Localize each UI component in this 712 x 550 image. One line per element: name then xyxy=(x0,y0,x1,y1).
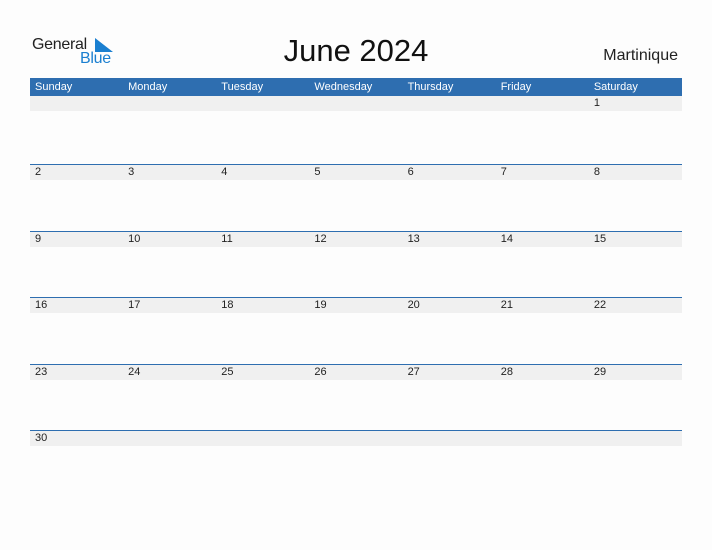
day-cell: 25 xyxy=(221,365,234,378)
weekday-sunday: Sunday xyxy=(35,81,73,93)
weekday-saturday: Saturday xyxy=(593,81,638,93)
day-cell xyxy=(403,96,496,111)
date-row: 16 17 18 19 20 21 22 xyxy=(30,298,682,314)
date-row: 1 xyxy=(30,96,682,111)
day-cell xyxy=(30,96,123,111)
day-cell: 21 xyxy=(500,299,513,312)
day-cell xyxy=(216,96,309,111)
week-row: 2 3 4 5 6 7 8 xyxy=(30,164,682,231)
date-row: 2 3 4 5 6 7 8 xyxy=(30,165,682,180)
weekday-friday: Friday xyxy=(500,81,532,93)
date-row: 9 10 11 12 13 14 15 xyxy=(30,231,682,247)
day-cell: 24 xyxy=(128,365,141,378)
day-cell: 30 xyxy=(35,432,48,445)
date-row: 23 24 25 26 27 28 29 xyxy=(30,364,682,380)
day-cell: 28 xyxy=(500,365,513,378)
day-cell xyxy=(309,96,402,111)
day-cell: 18 xyxy=(221,299,234,312)
weeks-container: 1 2 3 4 5 6 7 8 9 10 11 12 13 14 15 16 17 18 19 20 21 22 23 24 2… xyxy=(30,96,682,497)
day-cell: 27 xyxy=(407,365,420,378)
day-cell: 7 xyxy=(500,166,507,178)
week-row: 30 xyxy=(30,430,682,497)
day-cell xyxy=(589,431,682,446)
weekday-header: Sunday Monday Tuesday Wednesday Thursday… xyxy=(30,78,682,96)
day-cell xyxy=(496,96,589,111)
day-cell: 23 xyxy=(35,365,48,378)
weekday-monday: Monday xyxy=(128,81,168,93)
day-cell: 26 xyxy=(314,365,327,378)
day-cell: 13 xyxy=(407,232,420,245)
day-cell: 1 xyxy=(593,97,600,109)
weekday-tuesday: Tuesday xyxy=(221,81,264,93)
day-cell: 12 xyxy=(314,232,327,245)
day-cell: 19 xyxy=(314,299,327,312)
calendar-grid: Sunday Monday Tuesday Wednesday Thursday… xyxy=(30,78,682,497)
day-cell: 4 xyxy=(221,166,228,178)
day-cell xyxy=(123,431,216,446)
weekday-wednesday: Wednesday xyxy=(314,81,373,93)
week-row: 16 17 18 19 20 21 22 xyxy=(30,297,682,364)
day-cell: 14 xyxy=(500,232,513,245)
day-cell: 16 xyxy=(35,299,48,312)
day-cell: 10 xyxy=(128,232,141,245)
date-row: 30 xyxy=(30,431,682,447)
day-cell: 9 xyxy=(35,232,42,245)
day-cell: 29 xyxy=(593,365,607,378)
day-cell xyxy=(309,431,402,446)
week-row: 23 24 25 26 27 28 29 xyxy=(30,363,682,431)
week-row: 1 xyxy=(30,96,682,164)
day-cell xyxy=(123,96,216,111)
region-label: Martinique xyxy=(603,47,678,64)
weekday-thursday: Thursday xyxy=(407,81,454,93)
day-cell: 3 xyxy=(128,166,135,178)
day-cell: 2 xyxy=(35,166,42,178)
day-cell: 20 xyxy=(407,299,420,312)
day-cell xyxy=(496,431,589,446)
day-cell: 22 xyxy=(593,299,607,312)
day-cell: 17 xyxy=(128,299,141,312)
day-cell xyxy=(403,431,496,446)
day-cell: 6 xyxy=(407,166,414,178)
day-cell xyxy=(216,431,309,446)
week-row: 9 10 11 12 13 14 15 xyxy=(30,230,682,298)
day-cell: 15 xyxy=(593,232,607,245)
day-cell: 5 xyxy=(314,166,321,178)
day-cell: 8 xyxy=(593,166,600,178)
day-cell: 11 xyxy=(221,232,233,245)
